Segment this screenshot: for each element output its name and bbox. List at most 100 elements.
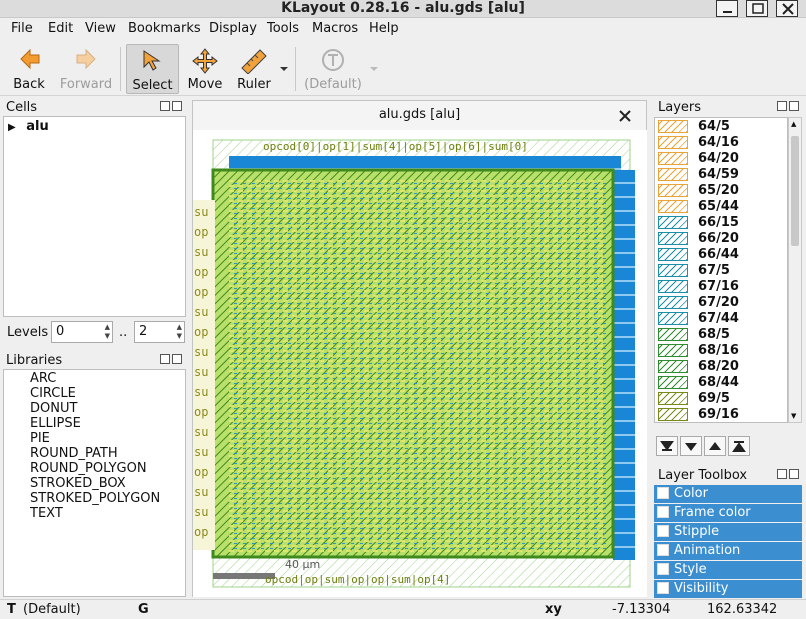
layer-row[interactable]: 64/16 [655,134,787,150]
layout-drawing[interactable]: suopsu opopsu opsusu suopsu suopsu suop … [193,130,647,597]
library-item[interactable]: STROKED_POLYGON [30,491,185,506]
maximize-button[interactable] [746,0,768,17]
layer-row[interactable]: 68/5 [655,326,787,342]
title-bar: KLayout 0.28.16 - alu.gds [alu] [0,0,806,18]
toolbox-animation[interactable]: Animation [654,542,802,560]
forward-button[interactable]: Forward [58,44,114,94]
layer-swatch [658,343,688,357]
expand-checkbox[interactable] [657,563,669,575]
cell-name: alu [26,119,49,134]
layer-swatch [658,311,688,325]
float-panel-button[interactable] [160,101,170,111]
scroll-up-icon[interactable]: ▲ [791,120,796,128]
library-item[interactable]: ROUND_POLYGON [30,461,185,476]
library-item[interactable]: PIE [30,431,185,446]
layer-row[interactable]: 68/44 [655,374,787,390]
back-button[interactable]: Back [6,44,52,94]
close-panel-button[interactable] [789,469,799,479]
toolbox-frame-color[interactable]: Frame color [654,504,802,522]
layer-row[interactable]: 65/20 [655,182,787,198]
library-item[interactable]: STROKED_BOX [30,476,185,491]
layer-row[interactable]: 66/15 [655,214,787,230]
layer-row[interactable]: 66/20 [655,230,787,246]
move-layer-down-button[interactable] [680,436,702,456]
layer-row[interactable]: 69/16 [655,406,787,422]
move-layer-to-bottom-button[interactable] [656,436,678,456]
layer-row[interactable]: 65/44 [655,198,787,214]
library-item[interactable]: TEXT [30,506,185,521]
layer-row[interactable]: 69/5 [655,390,787,406]
library-item[interactable]: ELLIPSE [30,416,185,431]
move-layer-up-button[interactable] [704,436,726,456]
default-dropdown-button[interactable] [368,44,380,94]
menu-view[interactable]: View [85,21,116,36]
library-item[interactable]: ARC [30,371,185,386]
toolbox-color[interactable]: Color [654,485,802,503]
default-mode-button[interactable]: (Default) [300,44,366,94]
library-item[interactable]: ROUND_PATH [30,446,185,461]
library-item[interactable]: CIRCLE [30,386,185,401]
menu-display[interactable]: Display [209,21,257,36]
close-panel-button[interactable] [172,354,182,364]
select-button[interactable]: Select [126,44,179,94]
layer-row[interactable]: 68/20 [655,358,787,374]
expand-arrow-icon[interactable]: ▶ [8,122,16,133]
menu-help[interactable]: Help [369,21,399,36]
float-panel-button[interactable] [160,354,170,364]
toolbox-stipple[interactable]: Stipple [654,523,802,541]
menu-edit[interactable]: Edit [48,21,73,36]
close-panel-button[interactable] [789,101,799,111]
float-panel-button[interactable] [777,101,787,111]
menu-file[interactable]: File [11,21,33,36]
move-button[interactable]: Move [183,44,227,94]
menu-macros[interactable]: Macros [312,21,358,36]
layer-list-scrollbar[interactable]: ▲ ▼ [788,117,802,423]
menu-tools[interactable]: Tools [267,21,299,36]
menu-bookmarks[interactable]: Bookmarks [128,21,201,36]
layout-canvas[interactable]: su op su op op su op su su su op su su op su su op … [192,130,647,597]
layer-name: 67/20 [698,294,739,310]
layer-row[interactable]: 64/20 [655,150,787,166]
expand-checkbox[interactable] [657,487,669,499]
layer-row[interactable]: 64/59 [655,166,787,182]
view-tab-title: alu.gds [alu] [378,107,461,122]
layer-row[interactable]: 66/44 [655,246,787,262]
expand-checkbox[interactable] [657,506,669,518]
close-icon[interactable] [618,109,632,123]
levels-from-input[interactable]: 0 ▲ ▼ [51,321,113,343]
layer-row[interactable]: 67/16 [655,278,787,294]
expand-checkbox[interactable] [657,582,669,594]
library-item[interactable]: DONUT [30,401,185,416]
toolbox-label: Style [674,562,707,577]
layer-swatch [658,167,688,181]
ruler-button[interactable]: Ruler [232,44,276,94]
layer-row[interactable]: 67/5 [655,262,787,278]
layer-toolbox-title: Layer Toolbox [658,468,748,483]
layer-row[interactable]: 67/44 [655,310,787,326]
layer-row[interactable]: 68/16 [655,342,787,358]
levels-to-input[interactable]: 2 ▲ ▼ [134,321,185,343]
toolbox-visibility[interactable]: Visibility [654,580,802,598]
chevron-down-icon [280,67,288,71]
move-layer-to-top-button[interactable] [728,436,750,456]
expand-checkbox[interactable] [657,544,669,556]
close-panel-button[interactable] [172,101,182,111]
svg-text:op: op [194,225,208,239]
svg-text:op: op [194,465,208,479]
layer-row[interactable]: 67/20 [655,294,787,310]
scroll-down-icon[interactable]: ▼ [791,412,796,420]
expand-checkbox[interactable] [657,525,669,537]
ruler-dropdown-button[interactable] [278,44,290,94]
spinner-arrows-icon[interactable]: ▲ ▼ [177,323,182,341]
cell-tree-item[interactable]: ▶ alu [8,119,49,134]
toolbar-separator [295,47,296,91]
minimize-button[interactable] [716,0,738,17]
toolbox-style[interactable]: Style [654,561,802,579]
close-window-button[interactable] [776,0,798,17]
layer-row[interactable]: 64/5 [655,118,787,134]
spinner-arrows-icon[interactable]: ▲ ▼ [105,323,110,341]
float-panel-button[interactable] [777,469,787,479]
layout-view-tab[interactable]: alu.gds [alu] [192,100,647,130]
scrollbar-thumb[interactable] [791,136,799,246]
layer-name: 68/44 [698,374,739,390]
